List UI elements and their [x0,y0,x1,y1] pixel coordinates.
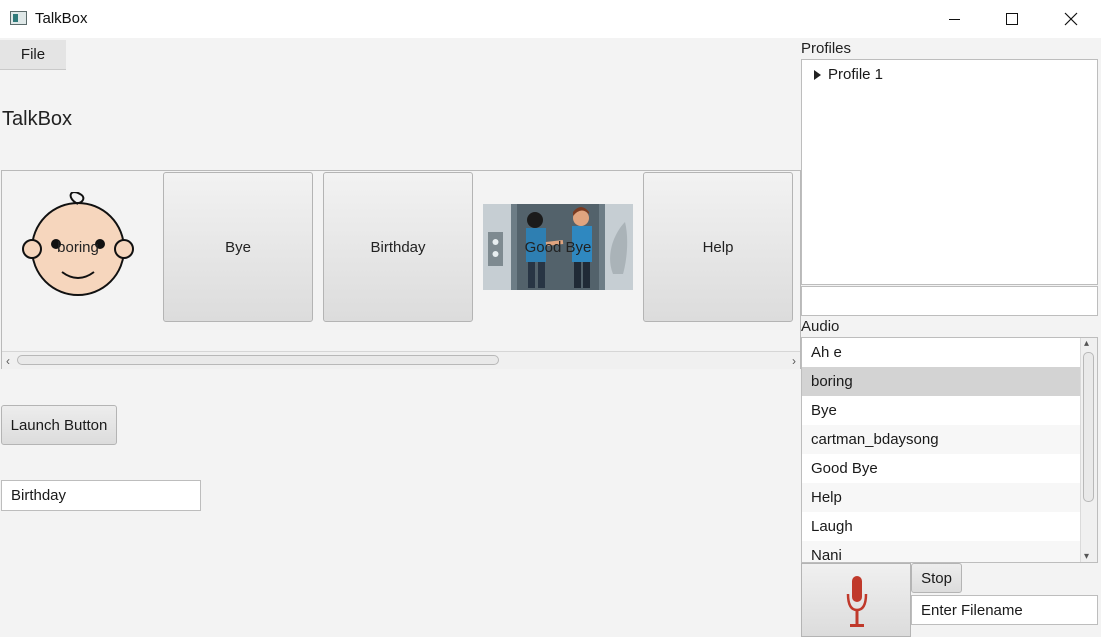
tree-item-profile[interactable]: Profile 1 [814,66,883,83]
audio-label: Audio [801,318,840,335]
page-title: TalkBox [2,108,73,130]
tile-label: Help [702,238,734,256]
tree-item-label: Profile 1 [828,66,884,83]
audio-list[interactable]: Ah e boring Bye cartman_bdaysong Good By… [801,337,1098,563]
tile-scroll-pane[interactable]: boring Bye Birthday Good Bye Help ‹ › [1,170,801,369]
microphone-icon [846,576,868,627]
tile-bye[interactable]: Bye [163,172,313,322]
record-button[interactable] [801,563,911,637]
button-text-field[interactable]: Birthday [1,480,201,511]
tile-boring[interactable]: boring [3,172,153,322]
list-item[interactable]: Good Bye [802,454,1081,483]
tile-label: Good Bye [524,238,592,256]
scroll-down-icon[interactable]: ▾ [1084,551,1089,562]
scroll-right-icon[interactable]: › [792,354,796,368]
list-item[interactable]: Nani [802,541,1081,562]
app-icon [10,11,27,25]
tile-label: Birthday [370,238,426,256]
profiles-label: Profiles [801,40,852,57]
list-item[interactable]: boring [802,367,1081,396]
maximize-button[interactable] [983,0,1041,38]
tile-help[interactable]: Help [643,172,793,322]
list-item[interactable]: Laugh [802,512,1081,541]
tile-good-bye[interactable]: Good Bye [483,172,633,322]
list-item[interactable]: Bye [802,396,1081,425]
vertical-scrollbar[interactable]: ▴ ▾ [1080,338,1097,562]
minimize-icon [948,18,960,20]
expand-arrow-icon[interactable] [814,69,821,80]
list-item[interactable]: cartman_bdaysong [802,425,1081,454]
horizontal-scrollbar[interactable]: ‹ › [2,351,800,369]
tile-label: Bye [225,238,251,256]
scroll-left-icon[interactable]: ‹ [6,354,10,368]
profile-input[interactable] [801,286,1098,316]
file-menu[interactable]: File [0,40,66,70]
close-button[interactable] [1042,0,1100,38]
launch-button[interactable]: Launch Button [1,405,117,445]
list-item[interactable]: Help [802,483,1081,512]
maximize-icon [1006,13,1018,25]
scrollbar-thumb[interactable] [17,355,499,365]
title-bar: TalkBox [0,0,1101,38]
filename-input[interactable]: Enter Filename [911,595,1098,625]
profiles-tree[interactable]: Profile 1 [801,59,1098,285]
scrollbar-thumb[interactable] [1083,352,1094,502]
tile-birthday[interactable]: Birthday [323,172,473,322]
stop-button[interactable]: Stop [911,563,962,593]
list-item[interactable]: Ah e [802,338,1081,367]
scroll-up-icon[interactable]: ▴ [1084,338,1089,349]
window-title: TalkBox [35,10,88,27]
close-icon [1064,12,1078,26]
tile-label: boring [57,238,99,256]
minimize-button[interactable] [925,0,983,38]
